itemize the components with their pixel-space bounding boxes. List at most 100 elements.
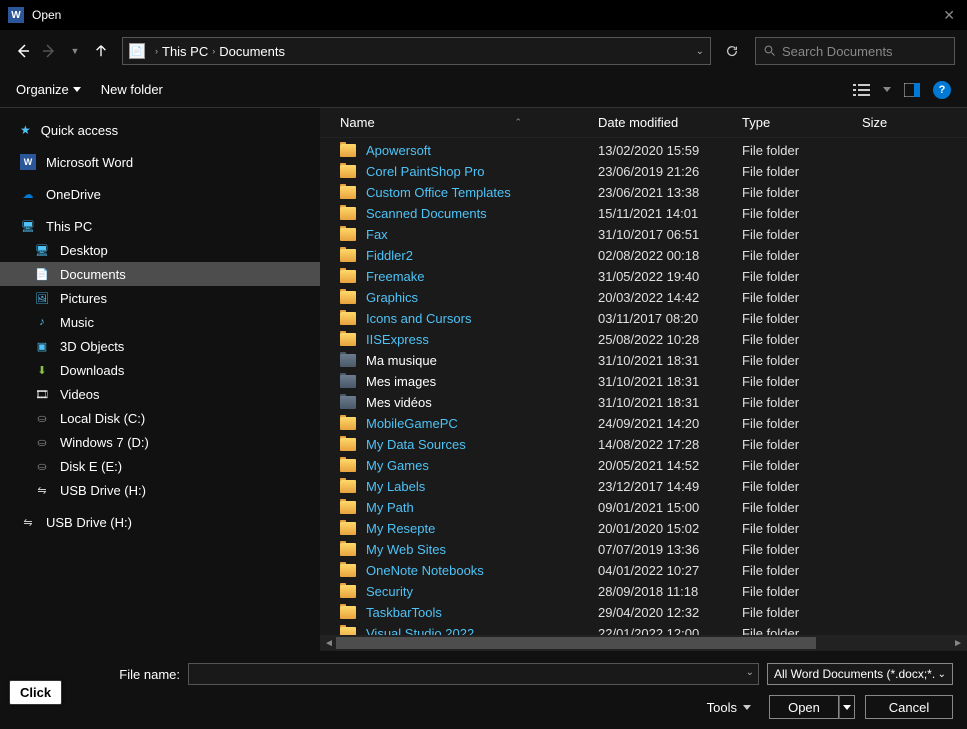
- sidebar-videos[interactable]: 🎞 Videos: [0, 382, 320, 406]
- file-row[interactable]: Mes vidéos31/10/2021 18:31File folder: [320, 392, 967, 413]
- organize-button[interactable]: Organize: [16, 82, 81, 97]
- view-details-icon[interactable]: [853, 81, 871, 99]
- file-row[interactable]: Visual Studio 202222/01/2022 12:00File f…: [320, 623, 967, 635]
- file-row[interactable]: IISExpress25/08/2022 10:28File folder: [320, 329, 967, 350]
- file-row[interactable]: TaskbarTools29/04/2020 12:32File folder: [320, 602, 967, 623]
- back-button[interactable]: [12, 40, 34, 62]
- sidebar-windows7-d[interactable]: ⛀ Windows 7 (D:): [0, 430, 320, 454]
- sidebar-quick-access[interactable]: ★ Quick access: [0, 118, 320, 142]
- file-date: 24/09/2021 14:20: [598, 416, 742, 431]
- folder-icon: [340, 564, 356, 577]
- file-row[interactable]: Fiddler202/08/2022 00:18File folder: [320, 245, 967, 266]
- folder-icon: [340, 249, 356, 262]
- sidebar-music[interactable]: ♪ Music: [0, 310, 320, 334]
- desktop-icon: 🖥: [34, 242, 50, 258]
- file-date: 20/03/2022 14:42: [598, 290, 742, 305]
- open-button[interactable]: Open: [769, 695, 839, 719]
- file-date: 31/10/2017 06:51: [598, 227, 742, 242]
- file-row[interactable]: My Resepte20/01/2020 15:02File folder: [320, 518, 967, 539]
- breadcrumb-thispc[interactable]: This PC: [162, 44, 208, 59]
- close-icon[interactable]: ✕: [939, 7, 959, 24]
- refresh-button[interactable]: [721, 40, 743, 62]
- address-bar[interactable]: 📄 › This PC › Documents ⌄: [122, 37, 711, 65]
- file-row[interactable]: My Path09/01/2021 15:00File folder: [320, 497, 967, 518]
- sidebar-documents[interactable]: 📄 Documents: [0, 262, 320, 286]
- file-row[interactable]: My Data Sources14/08/2022 17:28File fold…: [320, 434, 967, 455]
- forward-button[interactable]: [38, 40, 60, 62]
- usb-icon: ⇋: [20, 514, 36, 530]
- file-type: File folder: [742, 143, 862, 158]
- help-icon[interactable]: ?: [933, 81, 951, 99]
- sidebar-disk-e[interactable]: ⛀ Disk E (E:): [0, 454, 320, 478]
- up-button[interactable]: [90, 40, 112, 62]
- file-type: File folder: [742, 269, 862, 284]
- horizontal-scrollbar[interactable]: ◄ ►: [320, 635, 967, 651]
- sidebar-microsoft-word[interactable]: W Microsoft Word: [0, 150, 320, 174]
- file-row[interactable]: Scanned Documents15/11/2021 14:01File fo…: [320, 203, 967, 224]
- file-row[interactable]: Custom Office Templates23/06/2021 13:38F…: [320, 182, 967, 203]
- scroll-left-icon[interactable]: ◄: [324, 638, 334, 649]
- file-type: File folder: [742, 500, 862, 515]
- file-row[interactable]: Corel PaintShop Pro23/06/2019 21:26File …: [320, 161, 967, 182]
- sidebar-downloads[interactable]: ⬇ Downloads: [0, 358, 320, 382]
- sidebar-this-pc[interactable]: 🖥 This PC: [0, 214, 320, 238]
- file-type: File folder: [742, 185, 862, 200]
- file-row[interactable]: OneNote Notebooks04/01/2022 10:27File fo…: [320, 560, 967, 581]
- address-dropdown-icon[interactable]: ⌄: [696, 46, 704, 57]
- column-size[interactable]: Size: [862, 115, 922, 130]
- recent-dropdown[interactable]: ▼: [64, 40, 86, 62]
- file-date: 09/01/2021 15:00: [598, 500, 742, 515]
- file-type: File folder: [742, 521, 862, 536]
- file-row[interactable]: Fax31/10/2017 06:51File folder: [320, 224, 967, 245]
- toolbar: Organize New folder ?: [0, 72, 967, 108]
- folder-icon: [340, 396, 356, 409]
- file-name: Corel PaintShop Pro: [366, 164, 598, 179]
- file-name: Ma musique: [366, 353, 598, 368]
- sidebar-3d-objects[interactable]: ▣ 3D Objects: [0, 334, 320, 358]
- folder-icon: [340, 375, 356, 388]
- file-row[interactable]: Icons and Cursors03/11/2017 08:20File fo…: [320, 308, 967, 329]
- file-row[interactable]: Security28/09/2018 11:18File folder: [320, 581, 967, 602]
- file-name: TaskbarTools: [366, 605, 598, 620]
- breadcrumb-documents[interactable]: Documents: [219, 44, 285, 59]
- file-type: File folder: [742, 248, 862, 263]
- preview-pane-icon[interactable]: [903, 81, 921, 99]
- column-type[interactable]: Type: [742, 115, 862, 130]
- file-row[interactable]: MobileGamePC24/09/2021 14:20File folder: [320, 413, 967, 434]
- sidebar-usb-h-1[interactable]: ⇋ USB Drive (H:): [0, 478, 320, 502]
- file-row[interactable]: Freemake31/05/2022 19:40File folder: [320, 266, 967, 287]
- sidebar-onedrive[interactable]: ☁ OneDrive: [0, 182, 320, 206]
- sidebar-usb-h-2[interactable]: ⇋ USB Drive (H:): [0, 510, 320, 534]
- sidebar-desktop[interactable]: 🖥 Desktop: [0, 238, 320, 262]
- sidebar-pictures[interactable]: 🖼 Pictures: [0, 286, 320, 310]
- column-date[interactable]: Date modified: [598, 115, 742, 130]
- file-row[interactable]: Ma musique31/10/2021 18:31File folder: [320, 350, 967, 371]
- sidebar-local-disk-c[interactable]: ⛀ Local Disk (C:): [0, 406, 320, 430]
- filename-input[interactable]: ⌄: [188, 663, 759, 685]
- tools-dropdown[interactable]: Tools: [707, 700, 751, 715]
- open-split-button[interactable]: [839, 695, 855, 719]
- scroll-right-icon[interactable]: ►: [953, 638, 963, 649]
- file-type-filter[interactable]: All Word Documents (*.docx;*. ⌄: [767, 663, 953, 685]
- file-row[interactable]: My Labels23/12/2017 14:49File folder: [320, 476, 967, 497]
- file-name: My Labels: [366, 479, 598, 494]
- file-row[interactable]: Apowersoft13/02/2020 15:59File folder: [320, 140, 967, 161]
- filename-dropdown-icon[interactable]: ⌄: [746, 667, 754, 678]
- file-list[interactable]: Apowersoft13/02/2020 15:59File folderCor…: [320, 138, 967, 635]
- file-name: Mes images: [366, 374, 598, 389]
- column-headers: Name⌃ Date modified Type Size: [320, 108, 967, 138]
- file-type: File folder: [742, 437, 862, 452]
- search-input[interactable]: Search Documents: [755, 37, 955, 65]
- file-row[interactable]: Graphics20/03/2022 14:42File folder: [320, 287, 967, 308]
- scrollbar-thumb[interactable]: [336, 637, 816, 649]
- disk-icon: ⛀: [34, 410, 50, 426]
- breadcrumb-separator: ›: [155, 46, 158, 56]
- file-row[interactable]: My Web Sites07/07/2019 13:36File folder: [320, 539, 967, 560]
- cancel-button[interactable]: Cancel: [865, 695, 953, 719]
- column-name[interactable]: Name⌃: [340, 115, 598, 130]
- file-date: 31/10/2021 18:31: [598, 374, 742, 389]
- view-dropdown-icon[interactable]: [883, 87, 891, 92]
- file-row[interactable]: My Games20/05/2021 14:52File folder: [320, 455, 967, 476]
- file-row[interactable]: Mes images31/10/2021 18:31File folder: [320, 371, 967, 392]
- new-folder-button[interactable]: New folder: [101, 82, 163, 97]
